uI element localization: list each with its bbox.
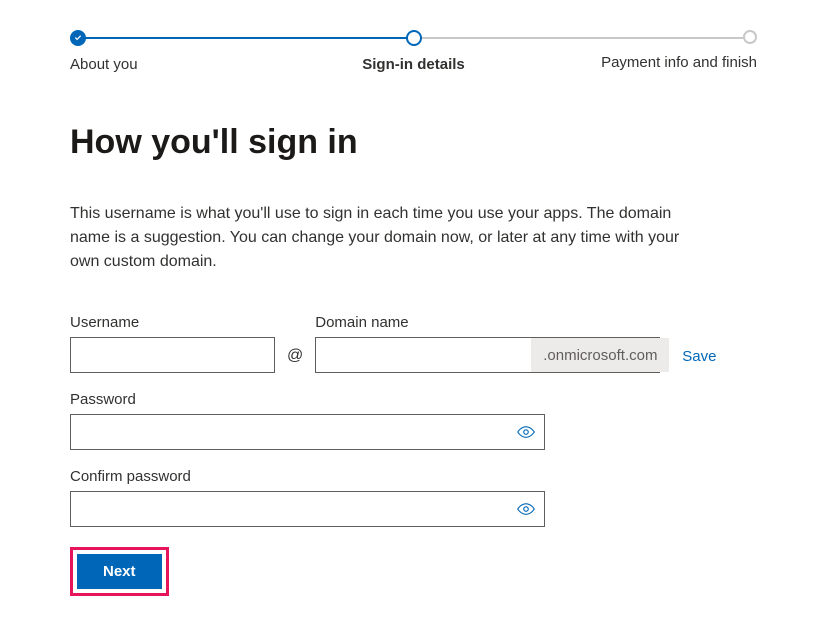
step-circle-upcoming-icon xyxy=(743,30,757,44)
save-link[interactable]: Save xyxy=(682,348,716,373)
domain-suffix: .onmicrosoft.com xyxy=(531,338,669,372)
at-symbol: @ xyxy=(287,347,303,373)
step-label: Payment info and finish xyxy=(601,54,757,71)
password-label: Password xyxy=(70,391,757,408)
eye-icon[interactable] xyxy=(517,500,535,518)
confirm-password-group: Confirm password xyxy=(70,468,757,527)
next-button-highlight: Next xyxy=(70,547,169,596)
step-label: About you xyxy=(70,56,138,73)
password-group: Password xyxy=(70,391,757,450)
page-description: This username is what you'll use to sign… xyxy=(70,202,710,274)
domain-label: Domain name xyxy=(315,314,660,331)
confirm-password-input[interactable] xyxy=(70,491,545,527)
username-input[interactable] xyxy=(70,337,275,373)
step-label: Sign-in details xyxy=(362,56,465,73)
password-input[interactable] xyxy=(70,414,545,450)
username-label: Username xyxy=(70,314,275,331)
step-line-completed xyxy=(78,37,414,39)
next-button[interactable]: Next xyxy=(77,554,162,589)
confirm-password-label: Confirm password xyxy=(70,468,757,485)
domain-group: Domain name .onmicrosoft.com xyxy=(315,314,660,373)
domain-input[interactable] xyxy=(316,338,531,372)
progress-stepper: About you Sign-in details Payment info a… xyxy=(70,30,757,73)
eye-icon[interactable] xyxy=(517,423,535,441)
domain-input-wrap: .onmicrosoft.com xyxy=(315,337,660,373)
page-heading: How you'll sign in xyxy=(70,123,757,162)
check-icon xyxy=(70,30,86,46)
step-circle-current-icon xyxy=(406,30,422,46)
username-domain-row: Username @ Domain name .onmicrosoft.com … xyxy=(70,314,757,373)
username-group: Username xyxy=(70,314,275,373)
step-line-upcoming xyxy=(414,37,750,39)
